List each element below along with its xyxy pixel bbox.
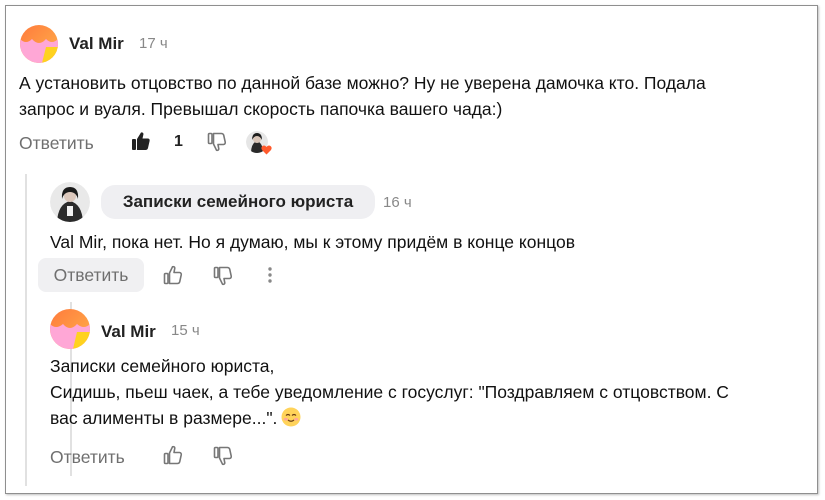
more-vertical-icon[interactable] xyxy=(266,265,274,290)
comment-author[interactable]: Val Mir xyxy=(69,34,124,54)
comment-author[interactable]: Val Mir xyxy=(101,322,156,342)
avatar[interactable] xyxy=(50,309,90,349)
comment-time: 17 ч xyxy=(139,35,168,52)
reply-button[interactable]: Ответить xyxy=(50,447,125,468)
comment-text-line-part: вас алименты в размере...". xyxy=(50,408,278,428)
thumbs-up-icon[interactable] xyxy=(131,131,151,156)
comment-time: 16 ч xyxy=(383,194,412,211)
comment-text-line: вас алименты в размере...". xyxy=(50,405,820,434)
comment-text: А установить отцовство по данной базе мо… xyxy=(19,70,809,122)
reply-button[interactable]: Ответить xyxy=(19,133,94,154)
comment-text-line: Сидишь, пьеш чаек, а тебе уведомление с … xyxy=(50,382,729,402)
thumbs-up-icon[interactable] xyxy=(163,265,183,290)
comment-text: Val Mir, пока нет. Но я думаю, мы к этом… xyxy=(50,232,575,252)
thread-line xyxy=(25,174,27,486)
like-count: 1 xyxy=(174,133,183,150)
avatar[interactable] xyxy=(20,25,58,63)
author-chip[interactable]: Записки семейного юриста xyxy=(101,185,375,219)
thumbs-up-icon[interactable] xyxy=(163,445,183,470)
comments-panel: Val Mir 17 ч А установить отцовство по д… xyxy=(5,5,818,494)
smiling-face-emoji xyxy=(281,407,301,434)
heart-icon xyxy=(261,142,272,160)
thumbs-down-icon[interactable] xyxy=(213,266,233,291)
comment-text-line: Записки семейного юриста, xyxy=(50,356,275,376)
comment-text-line: запрос и вуаля. Превышал скорость папочк… xyxy=(19,99,503,119)
avatar[interactable] xyxy=(50,182,90,222)
thumbs-down-icon[interactable] xyxy=(213,446,233,471)
thumbs-down-icon[interactable] xyxy=(207,132,227,157)
comment-text: Записки семейного юриста, Сидишь, пьеш ч… xyxy=(50,353,820,434)
reply-button[interactable]: Ответить xyxy=(38,258,144,292)
comment-time: 15 ч xyxy=(171,322,200,339)
comment-text-line: А установить отцовство по данной базе мо… xyxy=(19,73,706,93)
